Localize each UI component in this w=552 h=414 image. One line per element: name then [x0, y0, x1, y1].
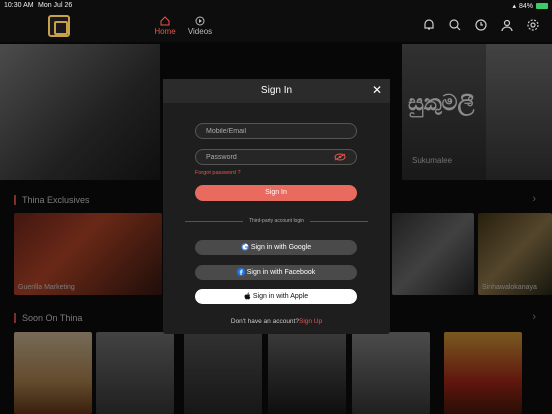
battery-icon: [536, 3, 548, 9]
no-account-text: Don't have an account?: [230, 318, 299, 325]
google-icon: [241, 243, 249, 251]
password-input[interactable]: [195, 149, 357, 165]
search-icon[interactable]: [448, 18, 462, 32]
tab-home[interactable]: Home: [150, 16, 180, 36]
battery-percent: 84%: [518, 2, 533, 10]
modal-header: Sign In ✕: [163, 79, 390, 103]
profile-icon[interactable]: [500, 18, 514, 32]
top-icons: [422, 18, 540, 32]
google-signin-label: Sign in with Google: [250, 244, 312, 251]
email-input[interactable]: [195, 123, 357, 139]
apple-signin-button[interactable]: Sign in with Apple: [195, 289, 357, 304]
google-signin-button[interactable]: Sign in with Google: [195, 240, 357, 255]
close-icon[interactable]: ✕: [372, 83, 382, 97]
facebook-signin-button[interactable]: Sign in with Facebook: [195, 265, 357, 280]
forgot-password-link[interactable]: Forgot password ?: [195, 170, 241, 176]
tab-videos[interactable]: Videos: [185, 16, 215, 36]
wifi-icon: ▴: [512, 3, 516, 10]
signup-row: Don't have an account?Sign Up: [163, 318, 390, 325]
facebook-signin-label: Sign in with Facebook: [246, 269, 316, 276]
apple-signin-label: Sign in with Apple: [252, 293, 309, 300]
top-nav: Home Videos: [0, 12, 552, 42]
home-icon: [160, 16, 170, 26]
status-right: ▴ 84%: [512, 2, 548, 10]
tab-home-label: Home: [154, 27, 176, 36]
app-logo[interactable]: [48, 15, 70, 37]
signin-button[interactable]: Sign In: [195, 185, 357, 201]
status-bar: 10:30 AM Mon Jul 26 ▴ 84%: [0, 0, 552, 12]
divider-line: [310, 221, 368, 222]
facebook-icon: [236, 268, 245, 277]
modal-title: Sign In: [260, 85, 293, 96]
apple-icon: [244, 292, 251, 300]
eye-slash-icon[interactable]: [334, 153, 346, 161]
videos-icon: [195, 16, 205, 26]
tab-videos-label: Videos: [187, 27, 213, 36]
status-time: 10:30 AM: [4, 2, 34, 9]
signup-link[interactable]: Sign Up: [299, 318, 322, 325]
third-party-divider: Third-party account login: [185, 217, 368, 225]
bell-icon[interactable]: [422, 18, 436, 32]
signin-modal: Sign In ✕ Forgot password ? Sign In Thir…: [163, 79, 390, 334]
history-icon[interactable]: [474, 18, 488, 32]
status-date: Mon Jul 26: [38, 2, 73, 9]
settings-icon[interactable]: [526, 18, 540, 32]
